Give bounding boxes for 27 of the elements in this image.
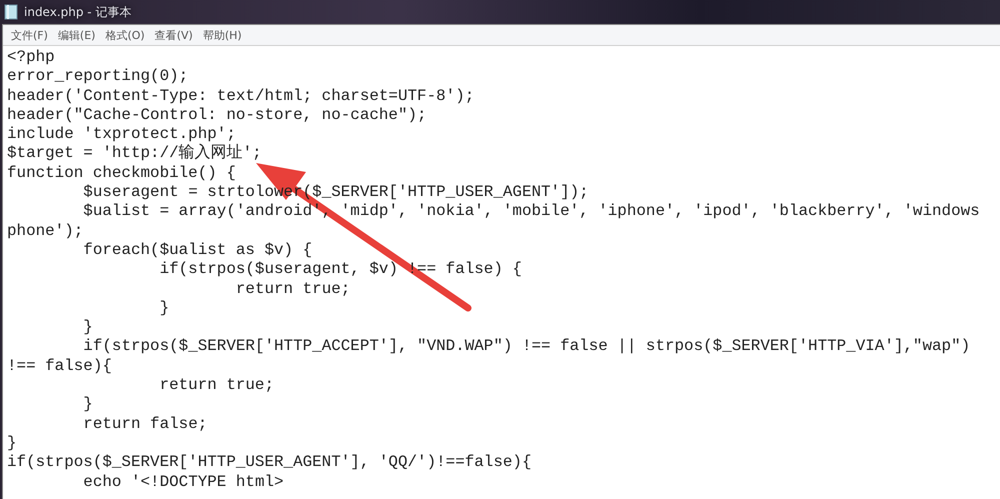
code-line: phone'); bbox=[7, 222, 84, 241]
code-line: } bbox=[7, 434, 17, 454]
menu-item[interactable]: 编辑(E) bbox=[54, 26, 100, 44]
code-line: if(strpos($_SERVER['HTTP_ACCEPT'], "VND.WAP") !== false || strpos($_SERVER['HTTP_VIA'],"wap") bbox=[82, 337, 970, 357]
code-line: header("Cache-Control: no-store, no-cache"); bbox=[7, 106, 427, 126]
code-line: <?php bbox=[7, 48, 55, 68]
menu-item[interactable]: 格式(O) bbox=[101, 26, 149, 44]
code-line: } bbox=[82, 395, 93, 415]
code-line: function checkmobile() { bbox=[7, 164, 236, 184]
code-line: foreach($ualist as $v) { bbox=[82, 240, 312, 260]
notepad-icon bbox=[4, 4, 18, 20]
code-line: include 'txprotect.php'; bbox=[7, 125, 236, 144]
code-line: echo '<!DOCTYPE html> bbox=[82, 472, 284, 492]
code-line: return true; bbox=[234, 280, 350, 299]
code-line: header('Content-Type: text/html; charset=UTF-8'); bbox=[7, 86, 474, 106]
code-line: } bbox=[158, 298, 170, 318]
code-line: return true; bbox=[158, 376, 274, 396]
code-line: if(strpos($_SERVER['HTTP_USER_AGENT'], 'QQ/')!==false){ bbox=[7, 453, 532, 473]
menu-item[interactable]: 帮助(H) bbox=[198, 26, 246, 44]
code-line: !== false){ bbox=[7, 356, 112, 376]
menu-item[interactable]: 查看(V) bbox=[150, 26, 197, 44]
menu-item[interactable]: 文件(F) bbox=[7, 26, 52, 44]
window-title: index.php - 记事本 bbox=[24, 4, 132, 20]
code-line: return false; bbox=[82, 414, 208, 434]
code-line: $target = 'http://输入网址'; bbox=[7, 144, 262, 164]
code-line: } bbox=[82, 318, 93, 338]
code-line: error_reporting(0); bbox=[7, 67, 188, 87]
